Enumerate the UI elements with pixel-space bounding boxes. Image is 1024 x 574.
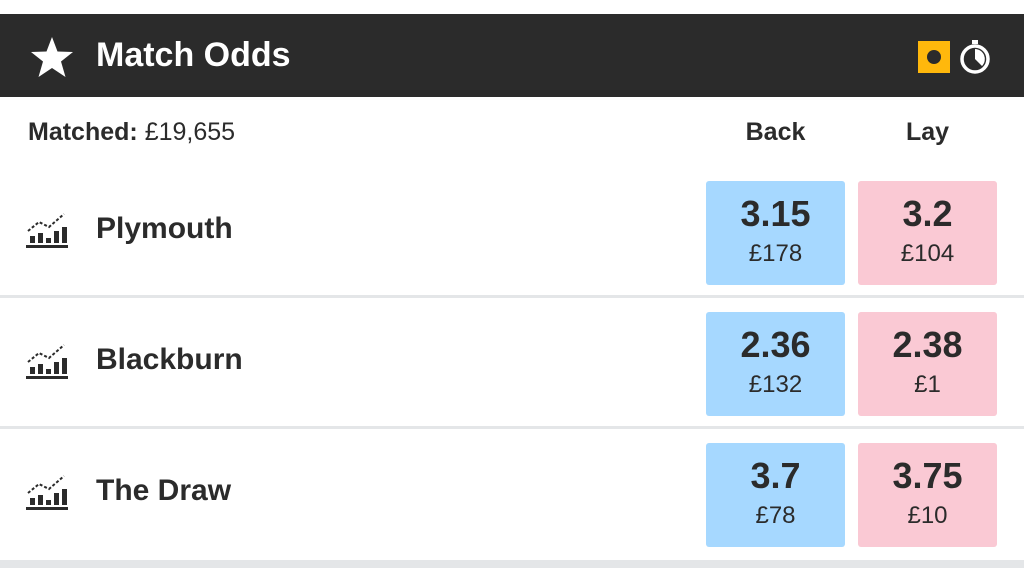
lay-stake: £104 [900,240,955,267]
market-title: Match Odds [96,36,291,74]
lay-odds: 2.38 [892,324,963,365]
back-odds: 2.36 [740,324,811,365]
row-divider [0,295,1024,298]
runner-row: The Draw 3.7 £78 3.75 £10 [0,443,1024,574]
market-subheader: Matched: £19,655 Back Lay [0,97,1024,167]
matched-amount: Matched: £19,655 [28,117,235,147]
chart-icon[interactable] [24,469,70,515]
back-price-button[interactable]: 3.7 £78 [706,443,845,547]
back-odds: 3.7 [750,455,801,496]
in-play-icon [918,41,950,73]
back-column-header: Back [745,118,806,146]
lay-odds: 3.2 [902,193,953,234]
lay-price-button[interactable]: 2.38 £1 [858,312,997,416]
back-odds: 3.15 [740,193,811,234]
lay-odds: 3.75 [892,455,963,496]
runner-row: Plymouth 3.15 £178 3.2 £104 [0,181,1024,312]
lay-stake: £10 [907,502,948,529]
timer-icon [960,40,990,74]
lay-stake: £1 [914,371,941,398]
lay-price-button[interactable]: 3.2 £104 [858,181,997,285]
runner-row: Blackburn 2.36 £132 2.38 £1 [0,312,1024,443]
row-divider [0,426,1024,429]
matched-label: Matched: [28,118,138,146]
lay-price-button[interactable]: 3.75 £10 [858,443,997,547]
back-stake: £178 [748,240,803,267]
runner-name[interactable]: The Draw [96,473,231,509]
matched-value: £19,655 [144,118,236,146]
market-header: Match Odds [0,14,1024,97]
runner-name[interactable]: Blackburn [96,342,243,378]
market-footer-divider [0,560,1024,568]
back-price-button[interactable]: 3.15 £178 [706,181,845,285]
chart-icon[interactable] [24,338,70,384]
chart-icon[interactable] [24,207,70,253]
back-price-button[interactable]: 2.36 £132 [706,312,845,416]
back-stake: £78 [755,502,796,529]
star-icon[interactable] [30,36,74,78]
lay-column-header: Lay [905,118,950,146]
back-stake: £132 [748,371,803,398]
runner-name[interactable]: Plymouth [96,211,233,247]
